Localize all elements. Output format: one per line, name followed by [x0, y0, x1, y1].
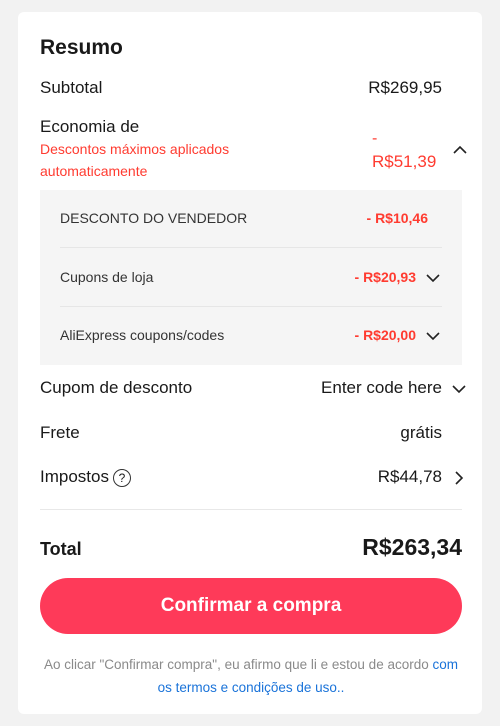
- discount-label: DESCONTO DO VENDEDOR: [60, 210, 248, 226]
- subtotal-value: R$269,95: [368, 78, 442, 97]
- shipping-value: grátis: [400, 423, 442, 442]
- chevron-down-icon: [452, 385, 466, 394]
- coupon-label: Cupom de desconto: [40, 378, 193, 397]
- taxes-details-toggle[interactable]: [450, 469, 468, 487]
- chevron-down-icon[interactable]: [424, 269, 442, 287]
- savings-sign: -: [372, 130, 378, 147]
- savings-label: Economia de: [40, 117, 140, 136]
- savings-note: Descontos máximos aplicados automaticame…: [40, 141, 230, 179]
- total-value: R$263,34: [362, 534, 462, 560]
- discount-breakdown: DESCONTO DO VENDEDOR - R$10,46 Cupons de…: [40, 190, 462, 365]
- savings-collapse-toggle[interactable]: [451, 141, 469, 159]
- discount-label: Cupons de loja: [60, 269, 154, 285]
- legal-notice: Ao clicar "Confirmar compra", eu afirmo …: [40, 653, 462, 699]
- subtotal-label: Subtotal: [40, 78, 103, 97]
- chevron-up-icon: [453, 145, 467, 154]
- taxes-row-label: Impostos?: [40, 467, 131, 487]
- coupon-expand-toggle[interactable]: [450, 380, 468, 398]
- chevron-right-icon: [455, 471, 464, 485]
- discount-label: AliExpress coupons/codes: [60, 327, 225, 343]
- taxes-label: Impostos: [40, 467, 109, 486]
- discount-row-seller: DESCONTO DO VENDEDOR - R$10,46: [60, 190, 442, 248]
- confirm-purchase-button[interactable]: Confirmar a compra: [40, 578, 462, 634]
- discount-row-store-coupons[interactable]: Cupons de loja - R$20,93: [60, 249, 442, 307]
- discount-row-aliexpress-coupons[interactable]: AliExpress coupons/codes - R$20,00: [60, 307, 442, 365]
- legal-text: Ao clicar "Confirmar compra", eu afirmo …: [43, 657, 429, 672]
- coupon-code-input[interactable]: Enter code here: [321, 378, 442, 398]
- savings-value: R$51,39: [372, 152, 437, 171]
- total-label: Total: [40, 539, 82, 559]
- help-icon[interactable]: ?: [112, 468, 131, 487]
- summary-title: Resumo: [40, 36, 123, 59]
- chevron-down-icon[interactable]: [424, 327, 442, 345]
- divider: [40, 509, 462, 510]
- order-summary-card: Resumo Subtotal R$269,95 Economia de Des…: [18, 12, 482, 714]
- shipping-label: Frete: [40, 423, 80, 442]
- discount-value: - R$10,46: [366, 210, 428, 226]
- discount-value: - R$20,00: [354, 327, 416, 343]
- taxes-value: R$44,78: [377, 467, 442, 486]
- discount-value: - R$20,93: [354, 269, 416, 285]
